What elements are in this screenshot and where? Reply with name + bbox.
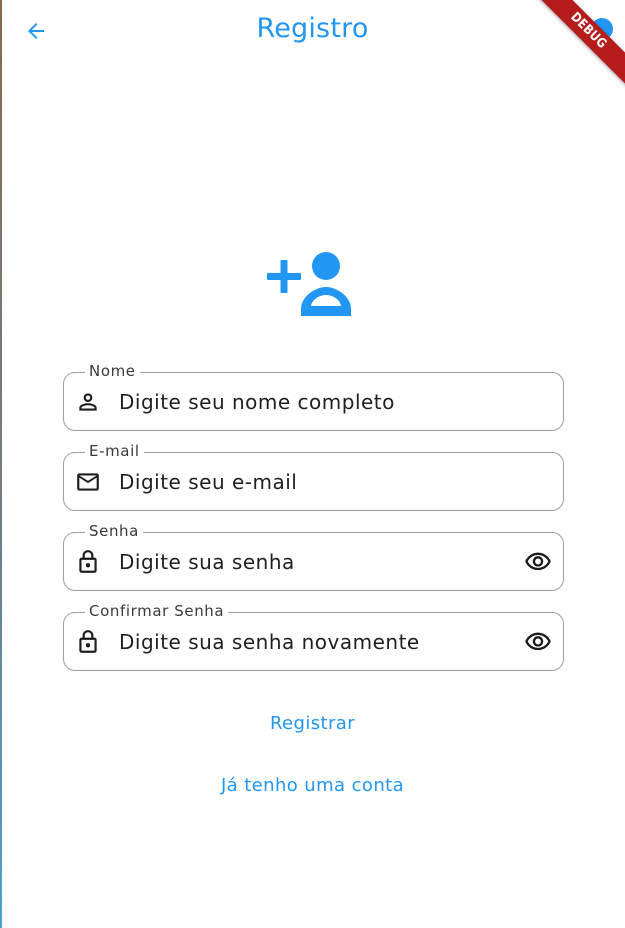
mail-icon — [77, 473, 99, 491]
person-icon — [79, 393, 97, 411]
confirm-password-field[interactable]: Confirmar Senha — [63, 601, 564, 671]
password-field[interactable]: Senha — [63, 521, 564, 591]
password-input[interactable] — [119, 546, 509, 578]
register-button[interactable]: Registrar — [0, 713, 625, 734]
confirm-password-input[interactable] — [119, 626, 509, 658]
person-add-icon — [267, 252, 351, 316]
confirm-password-field-label: Confirmar Senha — [85, 601, 229, 621]
lock-icon — [79, 630, 97, 653]
email-input[interactable] — [119, 466, 509, 498]
eye-icon — [525, 632, 551, 651]
have-account-link[interactable]: Já tenho uma conta — [0, 775, 625, 796]
lock-icon — [79, 550, 97, 573]
toggle-confirm-password-visibility-button[interactable] — [523, 627, 553, 657]
page-title: Registro — [256, 13, 369, 44]
name-field[interactable]: Nome — [63, 361, 564, 431]
email-field-label: E-mail — [85, 441, 144, 461]
name-input[interactable] — [119, 386, 509, 418]
toggle-password-visibility-button[interactable] — [523, 547, 553, 577]
eye-icon — [525, 552, 551, 571]
email-field[interactable]: E-mail — [63, 441, 564, 511]
name-field-label: Nome — [85, 361, 140, 381]
register-screen: Registro DEBUG Nome E-mail Senha — [0, 0, 625, 928]
password-field-label: Senha — [85, 521, 143, 541]
app-bar: Registro — [0, 0, 625, 62]
